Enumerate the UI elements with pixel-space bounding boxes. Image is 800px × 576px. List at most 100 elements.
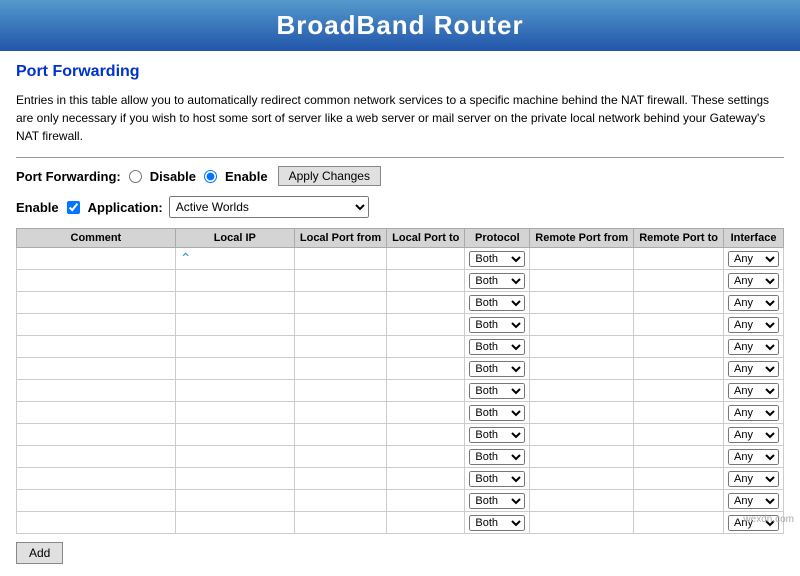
cell-remote-port-to[interactable]	[634, 402, 724, 424]
cell-local-port-from[interactable]	[294, 314, 386, 336]
cell-comment[interactable]	[17, 446, 176, 468]
cell-remote-port-to[interactable]	[634, 446, 724, 468]
cell-local-port-to[interactable]	[387, 424, 465, 446]
local-port-from-input[interactable]	[299, 276, 382, 288]
comment-input[interactable]	[21, 364, 171, 376]
cell-remote-port-from[interactable]	[530, 512, 634, 534]
cell-local-ip[interactable]	[175, 402, 294, 424]
cell-remote-port-to[interactable]	[634, 512, 724, 534]
cell-local-ip[interactable]	[175, 468, 294, 490]
remote-port-from-input[interactable]	[534, 452, 629, 464]
cell-local-port-from[interactable]	[294, 468, 386, 490]
local-port-to-input[interactable]	[391, 298, 460, 310]
cell-remote-port-from[interactable]	[530, 424, 634, 446]
local-port-to-input[interactable]	[391, 320, 460, 332]
remote-port-to-input[interactable]	[638, 408, 719, 420]
local-port-to-input[interactable]	[391, 408, 460, 420]
cell-interface[interactable]: AnyLANWAN	[724, 270, 784, 292]
local-port-to-input[interactable]	[391, 518, 460, 530]
local-ip-input[interactable]	[180, 430, 290, 442]
remote-port-from-input[interactable]	[534, 298, 629, 310]
comment-input[interactable]	[21, 254, 171, 266]
local-port-from-input[interactable]	[299, 518, 382, 530]
cell-remote-port-from[interactable]	[530, 468, 634, 490]
cell-local-port-from[interactable]	[294, 424, 386, 446]
remote-port-from-input[interactable]	[534, 408, 629, 420]
remote-port-from-input[interactable]	[534, 386, 629, 398]
cell-local-port-from[interactable]	[294, 446, 386, 468]
protocol-select[interactable]: BothTCPUDP	[469, 449, 525, 465]
remote-port-from-input[interactable]	[534, 342, 629, 354]
protocol-select[interactable]: BothTCPUDP	[469, 295, 525, 311]
cell-local-ip[interactable]	[175, 446, 294, 468]
local-port-to-input[interactable]	[391, 496, 460, 508]
cell-protocol[interactable]: BothTCPUDP	[465, 424, 530, 446]
add-button[interactable]: Add	[16, 542, 63, 564]
apply-changes-button[interactable]: Apply Changes	[278, 166, 381, 186]
remote-port-to-input[interactable]	[638, 430, 719, 442]
cell-protocol[interactable]: BothTCPUDP	[465, 490, 530, 512]
cell-local-port-to[interactable]	[387, 270, 465, 292]
cell-comment[interactable]	[17, 248, 176, 270]
cell-remote-port-from[interactable]	[530, 292, 634, 314]
cell-comment[interactable]	[17, 402, 176, 424]
cell-local-port-from[interactable]	[294, 292, 386, 314]
cell-protocol[interactable]: BothTCPUDP	[465, 314, 530, 336]
cell-local-port-to[interactable]	[387, 402, 465, 424]
remote-port-to-input[interactable]	[638, 298, 719, 310]
protocol-select[interactable]: BothTCPUDP	[469, 273, 525, 289]
cell-local-port-to[interactable]	[387, 468, 465, 490]
cell-interface[interactable]: AnyLANWAN	[724, 424, 784, 446]
local-port-to-input[interactable]	[391, 430, 460, 442]
cell-remote-port-to[interactable]	[634, 490, 724, 512]
comment-input[interactable]	[21, 298, 171, 310]
cell-comment[interactable]	[17, 358, 176, 380]
remote-port-to-input[interactable]	[638, 386, 719, 398]
local-port-to-input[interactable]	[391, 276, 460, 288]
protocol-select[interactable]: BothTCPUDP	[469, 405, 525, 421]
interface-select[interactable]: AnyLANWAN	[728, 339, 779, 355]
cell-local-ip[interactable]: ⌃	[175, 248, 294, 270]
interface-select[interactable]: AnyLANWAN	[728, 317, 779, 333]
remote-port-to-input[interactable]	[638, 364, 719, 376]
cell-interface[interactable]: AnyLANWAN	[724, 336, 784, 358]
protocol-select[interactable]: BothTCPUDP	[469, 317, 525, 333]
enable-radio[interactable]	[204, 170, 217, 183]
cell-remote-port-from[interactable]	[530, 270, 634, 292]
remote-port-from-input[interactable]	[534, 364, 629, 376]
interface-select[interactable]: AnyLANWAN	[728, 273, 779, 289]
comment-input[interactable]	[21, 496, 171, 508]
comment-input[interactable]	[21, 276, 171, 288]
cell-local-port-to[interactable]	[387, 336, 465, 358]
cell-comment[interactable]	[17, 314, 176, 336]
local-port-from-input[interactable]	[299, 364, 382, 376]
remote-port-from-input[interactable]	[534, 474, 629, 486]
cell-local-ip[interactable]	[175, 270, 294, 292]
interface-select[interactable]: AnyLANWAN	[728, 251, 779, 267]
interface-select[interactable]: AnyLANWAN	[728, 383, 779, 399]
local-port-to-input[interactable]	[391, 364, 460, 376]
cell-remote-port-to[interactable]	[634, 270, 724, 292]
local-ip-input[interactable]	[180, 452, 290, 464]
cell-remote-port-from[interactable]	[530, 490, 634, 512]
cell-protocol[interactable]: BothTCPUDP	[465, 358, 530, 380]
local-ip-input[interactable]	[180, 276, 290, 288]
cell-local-port-from[interactable]	[294, 490, 386, 512]
interface-select[interactable]: AnyLANWAN	[728, 449, 779, 465]
comment-input[interactable]	[21, 408, 171, 420]
local-port-from-input[interactable]	[299, 320, 382, 332]
cell-local-port-to[interactable]	[387, 292, 465, 314]
local-port-from-input[interactable]	[299, 298, 382, 310]
cell-remote-port-from[interactable]	[530, 446, 634, 468]
application-select[interactable]: Active Worlds	[169, 196, 369, 218]
interface-select[interactable]: AnyLANWAN	[728, 471, 779, 487]
cell-remote-port-from[interactable]	[530, 336, 634, 358]
cell-comment[interactable]	[17, 292, 176, 314]
local-port-from-input[interactable]	[299, 408, 382, 420]
cell-protocol[interactable]: BothTCPUDP	[465, 270, 530, 292]
cell-local-ip[interactable]	[175, 358, 294, 380]
comment-input[interactable]	[21, 430, 171, 442]
local-ip-input[interactable]	[180, 474, 290, 486]
local-port-to-input[interactable]	[391, 386, 460, 398]
remote-port-to-input[interactable]	[638, 518, 719, 530]
